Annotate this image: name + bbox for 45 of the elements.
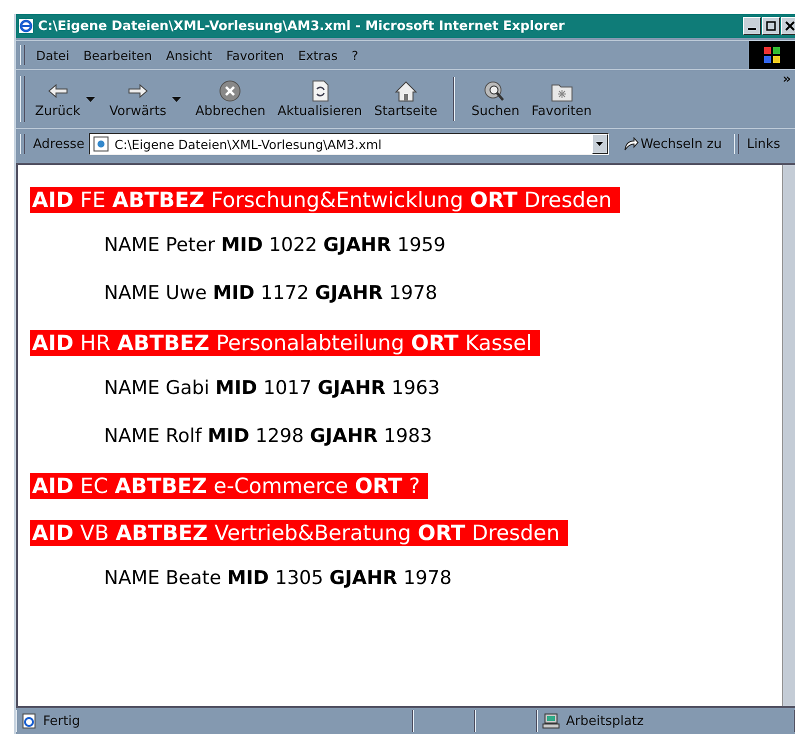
stop-icon — [217, 80, 244, 102]
caret-icon[interactable] — [86, 96, 96, 102]
employee-line: NAME Beate MID 1305 GJAHR 1978 — [103, 567, 453, 589]
address-label: Adresse — [33, 136, 85, 152]
maximize-button[interactable] — [762, 17, 780, 35]
scrollbar[interactable] — [782, 165, 795, 706]
minimize-button[interactable] — [743, 17, 761, 35]
page-icon — [21, 713, 37, 729]
computer-icon — [542, 713, 560, 729]
forward-button[interactable]: Vorwärts — [103, 80, 172, 118]
stop-button[interactable]: Abbrechen — [189, 80, 272, 118]
zone-text: Arbeitsplatz — [566, 714, 644, 728]
employee-line: NAME Peter MID 1022 GJAHR 1959 — [103, 234, 447, 256]
menu-item[interactable]: Extras — [291, 48, 345, 62]
employee-line: NAME Rolf MID 1298 GJAHR 1983 — [103, 425, 434, 447]
windows-logo — [749, 41, 795, 69]
home-button[interactable]: Startseite — [368, 80, 444, 118]
menu-item[interactable]: ? — [344, 48, 366, 62]
go-button[interactable]: Wechseln zu — [618, 136, 726, 152]
caret-icon — [596, 142, 604, 146]
more-button[interactable]: » — [782, 72, 791, 87]
dropdown-button[interactable] — [592, 134, 608, 154]
menu-item[interactable]: Bearbeiten — [76, 48, 160, 62]
caret-icon[interactable] — [172, 96, 182, 102]
favorites-button[interactable]: Favoriten — [526, 80, 598, 118]
minimize-icon — [748, 28, 756, 30]
back-button[interactable]: Zurück — [29, 80, 86, 118]
maximize-icon — [766, 21, 776, 31]
menu-item[interactable]: Ansicht — [159, 48, 220, 62]
status-text: Fertig — [43, 714, 80, 728]
employee-line: NAME Gabi MID 1017 GJAHR 1963 — [103, 377, 441, 399]
menu-item[interactable]: Favoriten — [219, 48, 292, 62]
search-button[interactable]: Suchen — [465, 80, 526, 118]
window-title: C:\Eigene Dateien\XML-Vorlesung\AM3.xml - Microsoft Internet Explorer — [38, 18, 566, 34]
browser-icon — [18, 18, 34, 34]
links-button[interactable]: Links — [746, 136, 780, 152]
employee-line: NAME Uwe MID 1172 GJAHR 1978 — [103, 282, 438, 304]
home-icon — [392, 80, 419, 102]
close-icon — [785, 21, 795, 31]
arrow-icon — [622, 137, 639, 151]
page-icon — [92, 136, 109, 152]
menu-item[interactable]: Datei — [29, 48, 76, 62]
address-field[interactable]: C:\Eigene Dateien\XML-Vorlesung\AM3.xml — [88, 133, 609, 155]
refresh-button[interactable]: Aktualisieren — [271, 80, 368, 118]
close-button[interactable] — [781, 17, 795, 35]
